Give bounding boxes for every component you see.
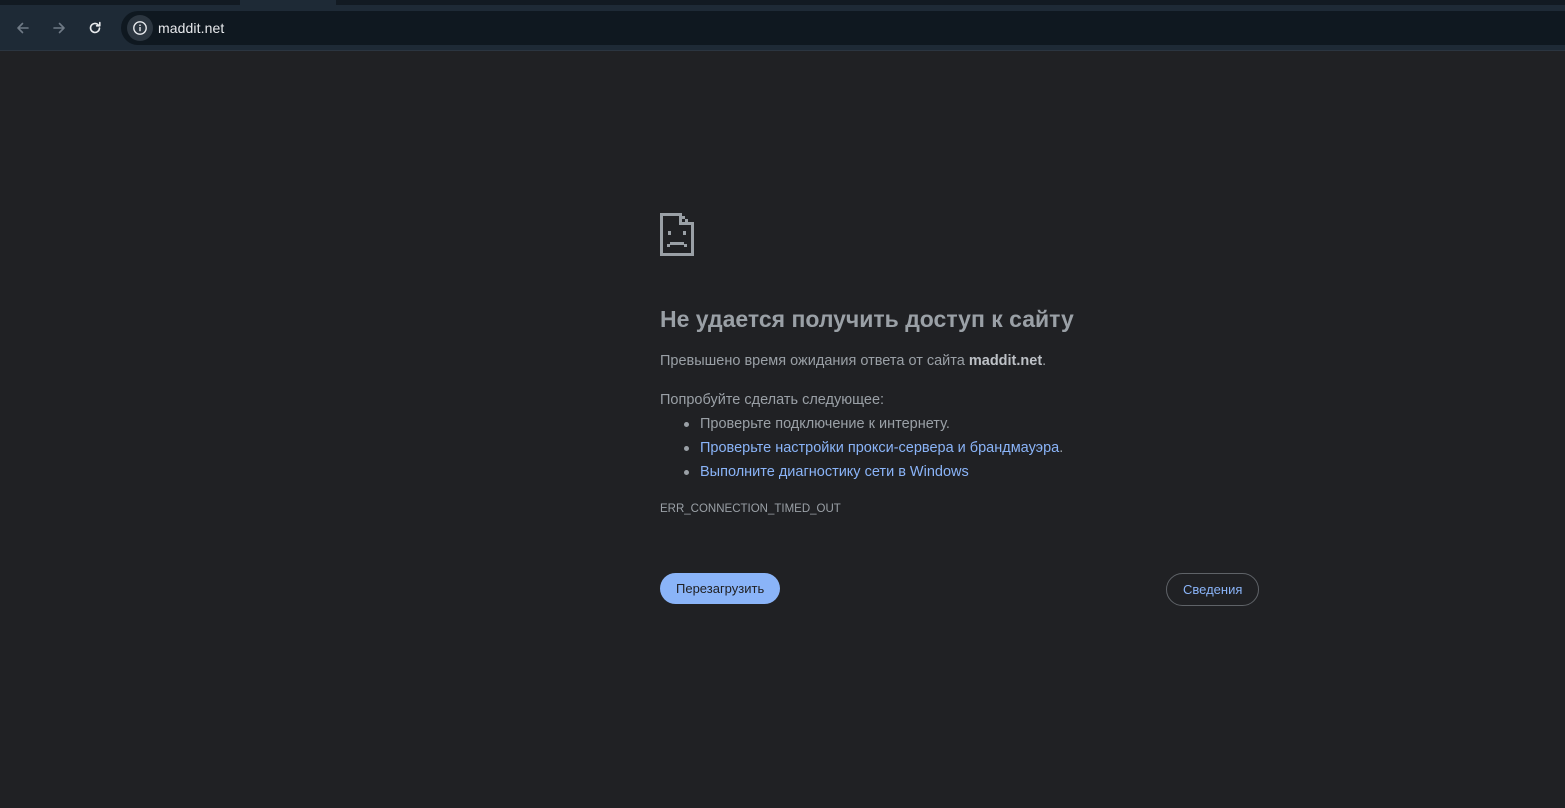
url-text[interactable]: maddit.net	[158, 20, 224, 36]
error-description: Превышено время ожидания ответа от сайта…	[660, 353, 1046, 369]
details-button[interactable]: Сведения	[1166, 573, 1260, 606]
list-item: Выполните диагностику сети в Windows	[660, 460, 1063, 484]
reload-icon	[89, 21, 101, 34]
suggestion-check-connection: Проверьте подключение к интернету.	[700, 416, 950, 432]
browser-toolbar: maddit.net	[0, 0, 1565, 51]
proxy-firewall-link[interactable]: Проверьте настройки прокси-сервера и бра…	[700, 440, 1059, 456]
suggestions-title: Попробуйте сделать следующее:	[660, 392, 885, 408]
back-arrow-icon	[17, 22, 29, 34]
tab-strip	[0, 0, 1565, 5]
error-title: Не удается получить доступ к сайту	[660, 306, 1074, 332]
reload-page-button[interactable]: Перезагрузить	[660, 573, 781, 604]
suggestions-list: Проверьте подключение к интернету. Прове…	[660, 412, 1063, 484]
forward-arrow-icon	[53, 22, 65, 34]
reload-button[interactable]	[81, 14, 109, 42]
error-page: Не удается получить доступ к сайту Превы…	[660, 213, 1260, 606]
error-description-suffix: .	[1042, 353, 1047, 369]
address-bar[interactable]: maddit.net	[121, 11, 1565, 45]
back-button[interactable]	[9, 14, 37, 42]
sad-page-icon	[660, 213, 694, 256]
error-code: ERR_CONNECTION_TIMED_OUT	[660, 503, 841, 515]
network-diagnostics-link[interactable]: Выполните диагностику сети в Windows	[700, 464, 969, 480]
active-tab[interactable]	[240, 0, 336, 5]
list-item: Проверьте подключение к интернету.	[660, 412, 1063, 436]
error-description-text: Превышено время ожидания ответа от сайта	[660, 353, 965, 369]
error-host: maddit.net	[968, 353, 1043, 369]
site-info-button[interactable]	[127, 15, 153, 41]
list-item: Проверьте настройки прокси-сервера и бра…	[660, 436, 1063, 460]
forward-button[interactable]	[45, 14, 73, 42]
suggestion-suffix: .	[1059, 440, 1064, 456]
info-icon	[133, 21, 147, 35]
